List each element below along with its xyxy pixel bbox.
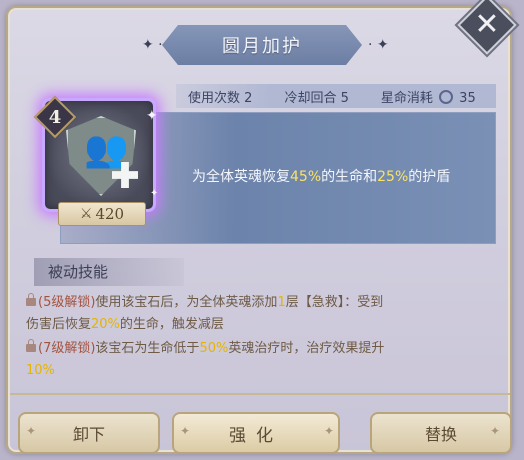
- passive1-text-b: 层【急救】：受到: [285, 295, 384, 310]
- cooldown-value: 5: [340, 90, 349, 106]
- desc-part1: 为全体英魂恢复: [192, 169, 290, 185]
- passive2-threshold-value: 50%: [199, 341, 229, 356]
- cost-label: 星命消耗: [380, 90, 433, 106]
- uses-stat: 使用次数 2: [188, 87, 252, 106]
- enhance-button[interactable]: 强化: [172, 412, 340, 454]
- crossed-swords-icon: ⚔: [79, 206, 93, 222]
- unlock-level-5: (5级解锁): [38, 295, 96, 310]
- sparkle-icon: ✦: [146, 108, 158, 124]
- star-cost-icon: [439, 89, 454, 104]
- button-ornament: ✦: [324, 424, 335, 438]
- passive1-text-c: 伤害后恢复: [26, 317, 92, 332]
- button-ornament: ✦: [180, 424, 191, 438]
- gem-level: 4: [48, 106, 62, 128]
- lock-icon: [26, 339, 36, 352]
- effect-description: 为全体英魂恢复45%的生命和25%的护盾: [192, 166, 450, 186]
- title-left-ornament: ✦ ·: [142, 37, 163, 53]
- passive-skill-heading: 被动技能: [34, 258, 184, 286]
- passive1-text-d: 的生命，触发减层: [119, 317, 224, 332]
- close-icon[interactable]: ✕: [466, 4, 508, 46]
- passive-line-2: 伤害后恢复20%的生命，触发减层: [26, 314, 476, 336]
- passive2-bonus-value: 10%: [26, 363, 55, 378]
- title-right-ornament: · ✦: [368, 37, 389, 53]
- lock-icon: [26, 293, 36, 306]
- power-value: 420: [95, 205, 125, 223]
- passive1-heal-value: 20%: [91, 317, 120, 332]
- power-plate: ⚔ 420: [58, 202, 146, 226]
- cost-stat: 星命消耗 35: [381, 87, 476, 106]
- desc-part2: 的生命和: [321, 169, 378, 185]
- page-title: 圆月加护: [162, 25, 362, 65]
- passive-line-1: (5级解锁)使用该宝石后，为全体英魂添加1层【急救】：受到: [26, 292, 476, 314]
- desc-part3: 的护盾: [408, 169, 451, 185]
- desc-shield-value: 25%: [377, 169, 409, 185]
- cooldown-label: 冷却回合: [284, 90, 337, 106]
- sparkle-icon: ✦: [150, 188, 159, 199]
- passive2-text-a: 该宝石为生命低于: [95, 341, 200, 356]
- passive1-text-a: 使用该宝石后，为全体英魂添加: [95, 295, 278, 310]
- passive-line-4: 10%: [26, 360, 476, 382]
- stats-bar: 使用次数 2 冷却回合 5 星命消耗 35: [176, 84, 496, 108]
- uses-value: 2: [244, 90, 253, 106]
- cost-value: 35: [459, 90, 476, 106]
- desc-heal-value: 45%: [290, 169, 322, 185]
- unlock-level-7: (7级解锁): [38, 341, 96, 356]
- button-ornament: ✦: [490, 424, 501, 438]
- uses-label: 使用次数: [188, 90, 241, 106]
- unequip-button[interactable]: 卸下: [18, 412, 160, 454]
- footer-divider: [10, 393, 510, 395]
- button-ornament: ✦: [26, 424, 37, 438]
- passive1-stack-count: 1: [277, 295, 286, 310]
- passive2-text-b: 英魂治疗时，治疗效果提升: [228, 341, 385, 356]
- passive-line-3: (7级解锁)该宝石为生命低于50%英魂治疗时，治疗效果提升: [26, 338, 476, 360]
- cooldown-stat: 冷却回合 5: [284, 87, 348, 106]
